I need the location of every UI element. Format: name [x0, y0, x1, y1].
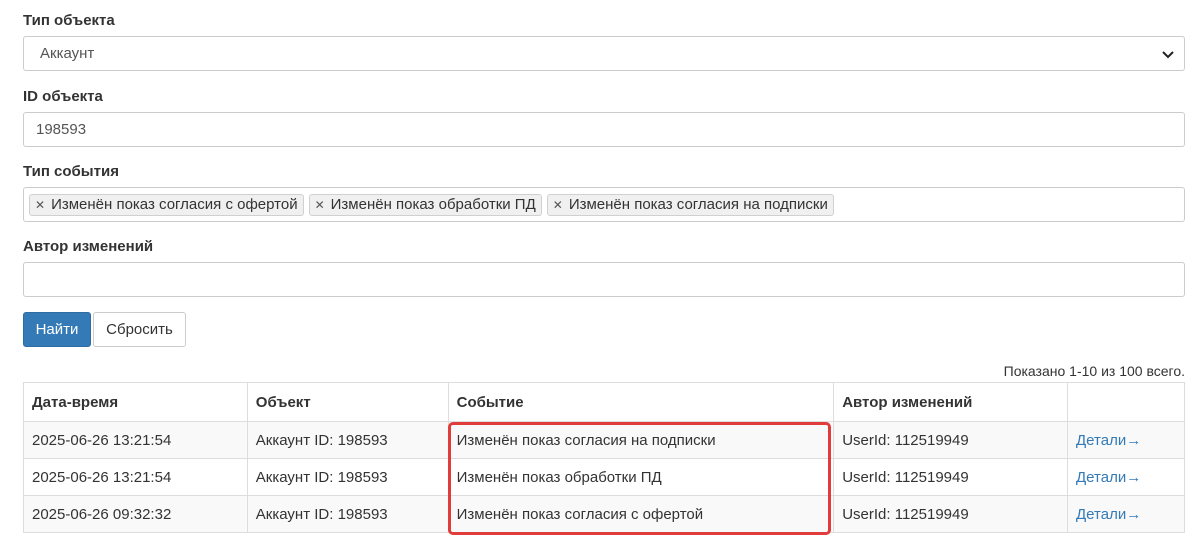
column-header-datetime[interactable]: Дата-время: [23, 382, 248, 422]
details-link[interactable]: Детали→: [1076, 469, 1141, 486]
cell-author: UserId: 112519949: [833, 458, 1069, 496]
object-type-label: Тип объекта: [23, 12, 115, 29]
details-link[interactable]: Детали→: [1076, 506, 1141, 523]
results-summary: Показано 1-10 из 100 всего.: [1003, 363, 1185, 379]
event-type-tag-label: Изменён показ согласия с офертой: [51, 196, 298, 213]
cell-event: Изменён показ обработки ПД: [447, 458, 835, 496]
cell-object: Аккаунт ID: 198593: [246, 421, 449, 459]
column-header-object[interactable]: Объект: [246, 382, 449, 422]
object-id-input[interactable]: 198593: [23, 112, 1185, 147]
close-icon[interactable]: ✕: [553, 198, 563, 212]
cell-object: Аккаунт ID: 198593: [246, 495, 449, 533]
object-id-label: ID объекта: [23, 88, 103, 105]
cell-author: UserId: 112519949: [833, 495, 1069, 533]
cell-author: UserId: 112519949: [833, 421, 1069, 459]
table-header-row: Дата-время Объект Событие Автор изменени…: [23, 382, 1185, 422]
search-button[interactable]: Найти: [23, 312, 91, 347]
event-type-tag: ✕ Изменён показ согласия с офертой: [29, 193, 304, 216]
event-type-tag-label: Изменён показ согласия на подписки: [568, 196, 828, 213]
cell-actions: Детали→: [1067, 421, 1185, 459]
details-link[interactable]: Детали→: [1076, 432, 1141, 449]
reset-button[interactable]: Сбросить: [93, 312, 186, 347]
cell-actions: Детали→: [1067, 495, 1185, 533]
events-table: Дата-время Объект Событие Автор изменени…: [23, 382, 1185, 533]
close-icon[interactable]: ✕: [35, 198, 45, 212]
object-type-value: Аккаунт: [40, 45, 95, 62]
event-type-tag: ✕ Изменён показ обработки ПД: [308, 193, 542, 216]
cell-datetime: 2025-06-26 09:32:32: [23, 495, 248, 533]
table-row: 2025-06-26 09:32:32 Аккаунт ID: 198593 И…: [23, 495, 1185, 533]
cell-actions: Детали→: [1067, 458, 1185, 496]
cell-datetime: 2025-06-26 13:21:54: [23, 421, 248, 459]
object-type-select[interactable]: Аккаунт: [23, 36, 1185, 71]
column-header-event[interactable]: Событие: [447, 382, 835, 422]
close-icon[interactable]: ✕: [315, 198, 325, 212]
column-header-actions: [1067, 382, 1185, 422]
column-header-author[interactable]: Автор изменений: [833, 382, 1069, 422]
cell-datetime: 2025-06-26 13:21:54: [23, 458, 248, 496]
cell-object: Аккаунт ID: 198593: [246, 458, 449, 496]
author-input[interactable]: [23, 262, 1185, 297]
audit-log-page: Тип объекта Аккаунт ID объекта 198593 Ти…: [0, 0, 1200, 536]
cell-event: Изменён показ согласия с офертой: [447, 495, 835, 533]
event-type-label: Тип события: [23, 163, 119, 180]
cell-event: Изменён показ согласия на подписки: [447, 421, 835, 459]
event-type-multiselect[interactable]: ✕ Изменён показ согласия с офертой ✕ Изм…: [23, 187, 1185, 222]
table-row: 2025-06-26 13:21:54 Аккаунт ID: 198593 И…: [23, 458, 1185, 496]
author-label: Автор изменений: [23, 238, 154, 255]
event-type-tag: ✕ Изменён показ согласия на подписки: [546, 193, 834, 216]
event-type-tag-label: Изменён показ обработки ПД: [330, 196, 536, 213]
object-id-value: 198593: [36, 121, 87, 138]
table-row: 2025-06-26 13:21:54 Аккаунт ID: 198593 И…: [23, 421, 1185, 459]
chevron-down-icon: [1162, 51, 1174, 59]
